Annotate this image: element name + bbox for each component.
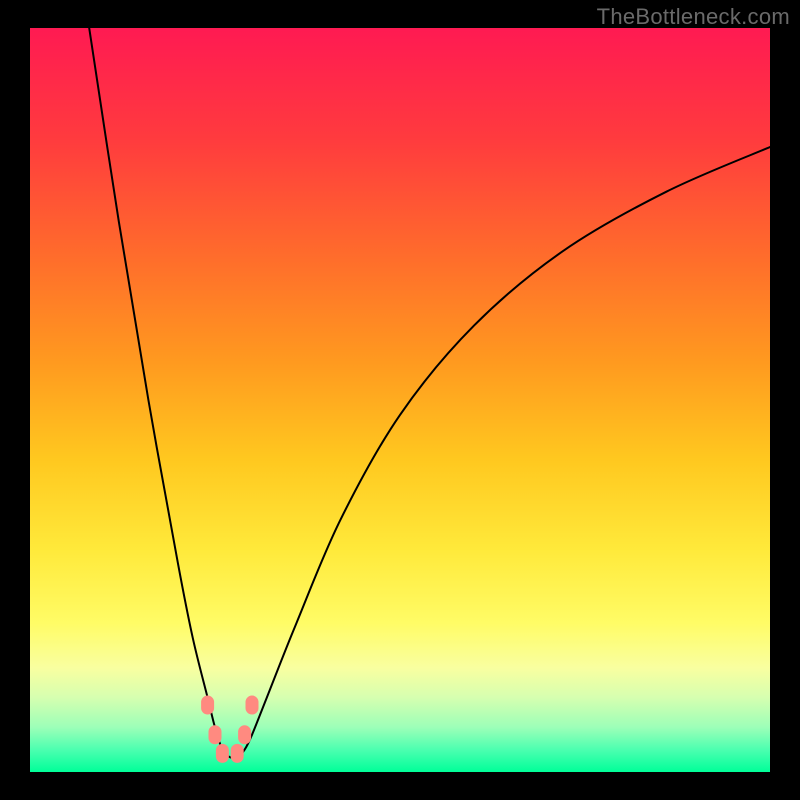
- plot-area: [30, 28, 770, 772]
- curve-marker: [216, 744, 228, 762]
- curve-marker: [246, 696, 258, 714]
- curve-marker: [239, 726, 251, 744]
- curve-marker: [202, 696, 214, 714]
- curve-marker: [209, 726, 221, 744]
- curve-path: [89, 28, 770, 758]
- chart-stage: TheBottleneck.com: [0, 0, 800, 800]
- watermark-text: TheBottleneck.com: [597, 4, 790, 30]
- markers-group: [202, 696, 258, 762]
- curve-marker: [231, 744, 243, 762]
- bottleneck-curve: [30, 28, 770, 772]
